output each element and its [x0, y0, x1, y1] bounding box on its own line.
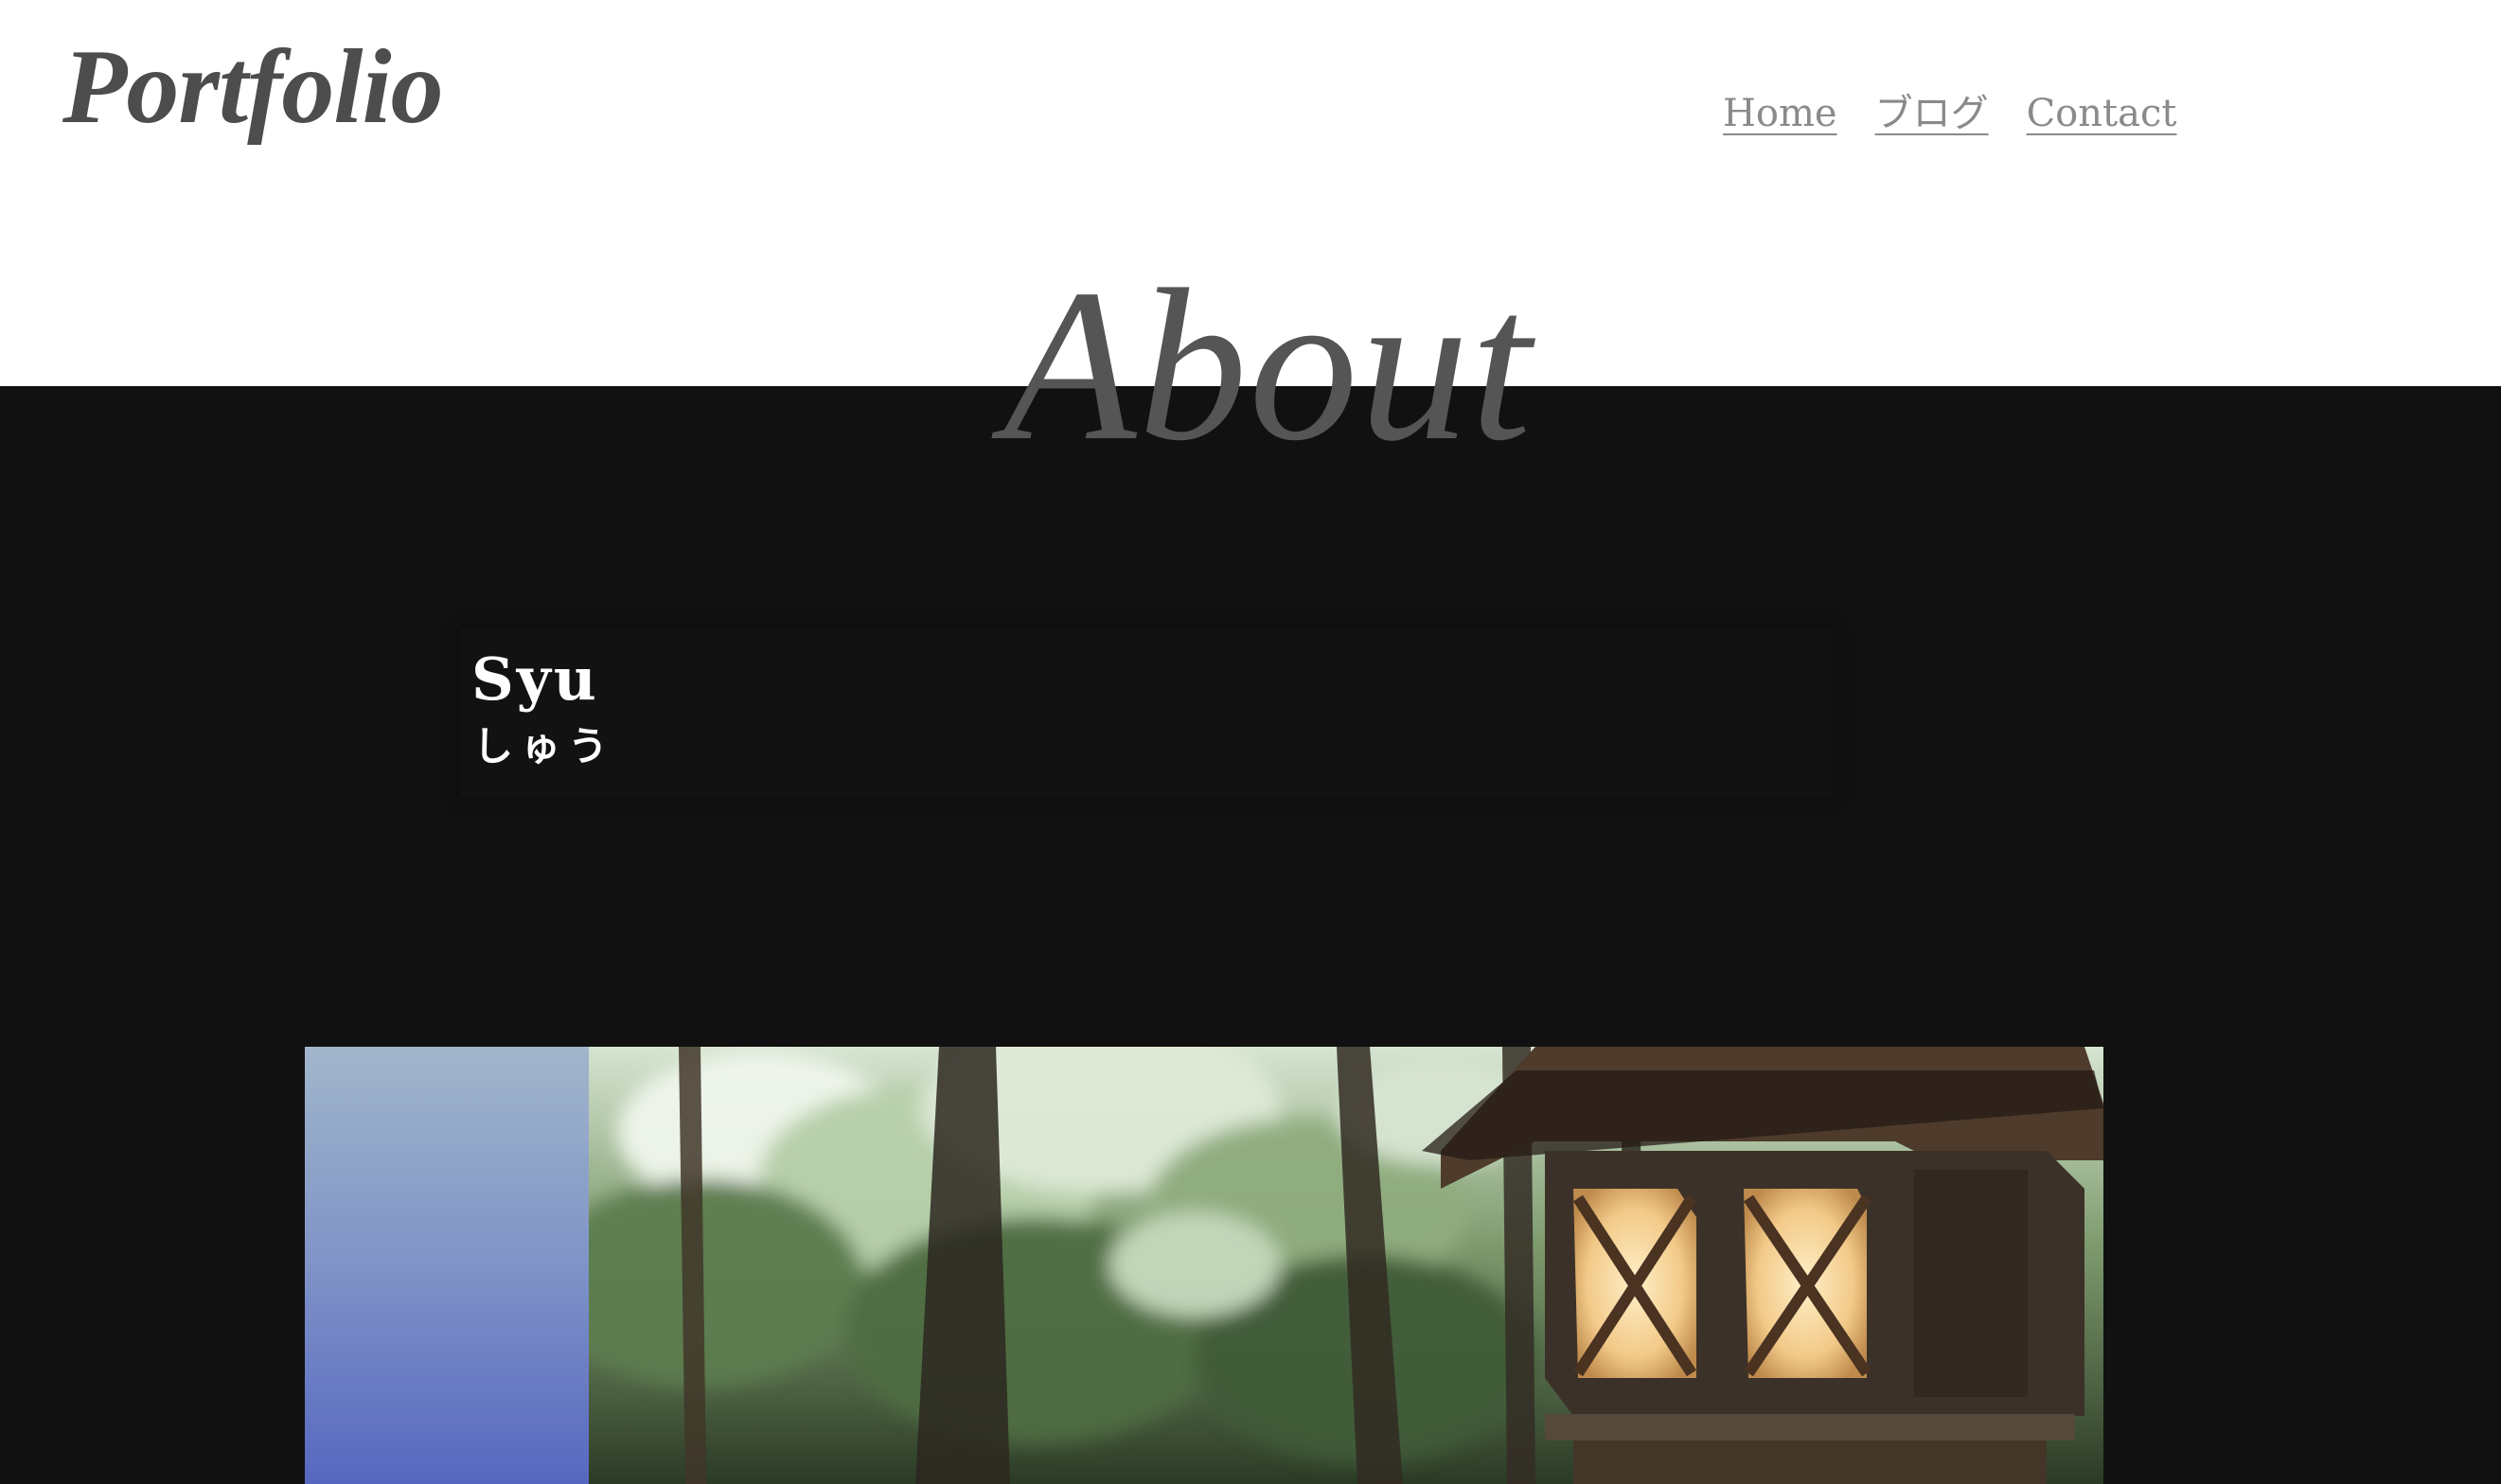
profile-name-kana: しゅう [473, 723, 616, 769]
site-logo[interactable]: Portfolio [62, 25, 444, 150]
nav-link-contact[interactable]: Contact [2027, 85, 2177, 142]
blue-gradient-panel [305, 1047, 589, 1484]
about-heading: About [1003, 244, 1534, 486]
profile-name: Syu [471, 645, 599, 714]
main-navigation: Home ブログ Contact [1723, 85, 2176, 142]
stone-lantern-photo [589, 1047, 2103, 1484]
nav-link-blog[interactable]: ブログ [1875, 85, 1989, 142]
about-gallery [305, 1047, 2103, 1484]
nav-link-home[interactable]: Home [1723, 85, 1837, 142]
profile-card: Syu しゅう [460, 628, 1833, 797]
